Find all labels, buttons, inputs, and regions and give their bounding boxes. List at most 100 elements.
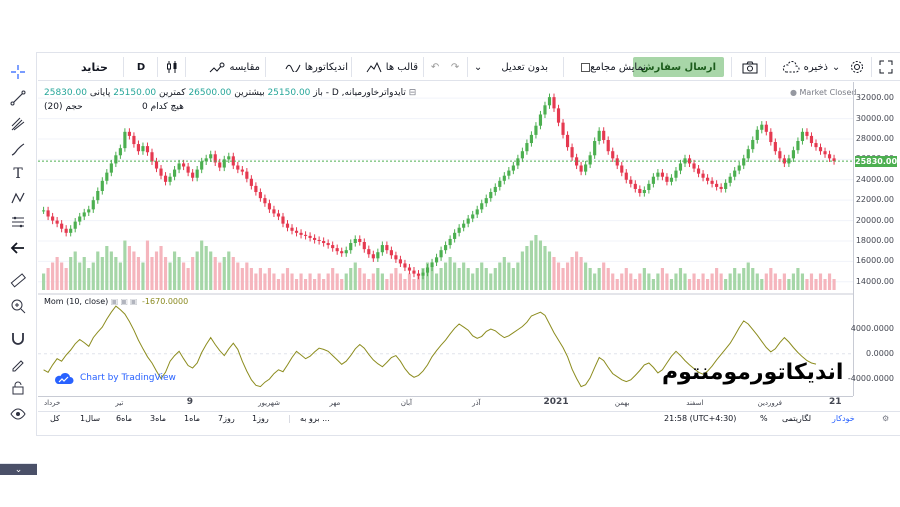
chart-type-candles-icon[interactable]	[162, 56, 182, 78]
range-3m[interactable]: 3ماه	[150, 414, 166, 423]
candle-body	[195, 169, 199, 178]
templates-button[interactable]: قالب ها	[366, 56, 418, 78]
volume-bar	[674, 273, 678, 290]
compare-button[interactable]: مقایسه	[209, 56, 260, 78]
volume-bar	[254, 273, 258, 290]
volume-bar	[823, 279, 827, 290]
range-1y[interactable]: 1سال	[80, 414, 100, 423]
show-aggregate-toggle[interactable]: نمایش مجامع	[577, 56, 646, 78]
volume-bar	[240, 268, 244, 290]
candle-body	[724, 182, 728, 189]
price-axis[interactable]: 32000.0030000.0028000.0026000.0024000.00…	[848, 82, 900, 396]
close-label: پایانی	[89, 88, 111, 98]
redo-icon[interactable]: ↷	[446, 56, 464, 78]
volume-bar	[520, 251, 524, 290]
pattern-icon[interactable]	[8, 188, 28, 208]
volume-bar	[100, 257, 104, 290]
volume-bar	[462, 262, 466, 290]
toolbar-collapse-icon[interactable]: ⌄	[0, 463, 37, 475]
volume-bar	[733, 268, 737, 290]
brush-icon[interactable]	[8, 140, 28, 160]
volume-bar	[69, 257, 73, 290]
trend-line-icon[interactable]	[8, 88, 28, 108]
zoom-in-icon[interactable]	[8, 296, 28, 316]
candle-body	[317, 239, 321, 241]
candle-body	[42, 210, 46, 212]
scale-settings-gear-icon[interactable]: ⚙	[882, 414, 889, 423]
ruler-icon[interactable]	[8, 270, 28, 290]
back-arrow-icon[interactable]	[8, 238, 28, 258]
divider	[467, 57, 468, 77]
range-all[interactable]: کل	[50, 414, 60, 423]
volume-bar	[669, 279, 674, 290]
divider	[351, 57, 352, 77]
measure-icon[interactable]	[8, 212, 28, 232]
pitchfork-icon[interactable]	[8, 114, 28, 134]
volume-bar	[751, 268, 755, 290]
time-axis[interactable]: خرداد تیر 9 شهریور مهر آبان آذر 2021 بهمن اسفند فر…	[38, 396, 853, 410]
adjust-dropdown[interactable]: بدون تعدیل	[501, 56, 548, 78]
camera-icon[interactable]	[738, 56, 762, 78]
volume-bar	[46, 268, 50, 290]
legend-collapse-icon[interactable]: ⊟	[409, 88, 417, 98]
candle-body	[191, 172, 195, 178]
timezone-clock[interactable]: 21:58 (UTC+4:30)	[664, 414, 736, 423]
symbol-search[interactable]: حتاید	[81, 56, 108, 78]
lock-icon[interactable]	[8, 378, 28, 398]
volume-bar	[480, 262, 484, 290]
percent-toggle[interactable]: %	[760, 414, 768, 423]
fullscreen-icon[interactable]	[874, 56, 898, 78]
volume-bar	[317, 273, 321, 290]
show-aggregate-checkbox[interactable]	[581, 62, 591, 72]
settings-gear-icon[interactable]	[846, 56, 868, 78]
log-toggle[interactable]: لگاریتمی	[782, 414, 811, 423]
eye-icon[interactable]	[8, 404, 28, 424]
volume-bar	[724, 279, 728, 290]
candle-body	[434, 257, 439, 263]
volume-bar	[186, 268, 190, 290]
volume-bar	[109, 251, 113, 290]
price-chart[interactable]	[38, 82, 853, 396]
interval-button[interactable]: D	[130, 56, 152, 78]
volume-bar	[331, 268, 335, 290]
save-dropdown-chevron-icon[interactable]: ⌄	[830, 56, 842, 78]
lock-pencil-icon[interactable]	[8, 354, 28, 374]
send-order-button[interactable]: ارسال سفارش	[632, 57, 724, 77]
save-button[interactable]: ذخیره	[782, 56, 828, 78]
volume-bar	[326, 273, 330, 290]
magnet-icon[interactable]	[8, 328, 28, 348]
tradingview-attribution[interactable]: Chart by TradingView	[54, 371, 176, 385]
candle-body	[602, 130, 606, 140]
candle-body	[516, 158, 520, 166]
range-6m[interactable]: 6ماه	[116, 414, 132, 423]
adjust-chevron-icon[interactable]: ⌄	[472, 56, 484, 78]
text-tool-icon[interactable]: T	[8, 164, 28, 184]
volume-bar	[141, 262, 145, 290]
undo-icon[interactable]: ↶	[426, 56, 444, 78]
candle-body	[249, 178, 253, 186]
volume-bar	[547, 251, 552, 290]
open-value: 25150.00	[267, 88, 311, 98]
volume-bar	[629, 273, 633, 290]
candle-body	[520, 151, 524, 159]
volume-bar	[575, 251, 579, 290]
range-1d[interactable]: 1روز	[252, 414, 269, 423]
indicators-label: اندیکاتورها	[304, 61, 348, 73]
volume-bar	[362, 273, 366, 290]
volume-bar	[87, 268, 91, 290]
legend-actions-icon[interactable]: ▣▣▣	[111, 297, 140, 306]
auto-scale-toggle[interactable]: خودکار	[832, 414, 855, 423]
time-axis-label: آبان	[400, 399, 412, 407]
candle-body	[358, 238, 362, 243]
volume-bar	[272, 273, 276, 290]
indicators-button[interactable]: اندیکاتورها	[285, 56, 348, 78]
range-1m[interactable]: 1ماه	[184, 414, 200, 423]
divider	[731, 57, 732, 77]
candle-body	[615, 158, 619, 166]
range-7d[interactable]: 7روز	[218, 414, 235, 423]
volume-bar	[340, 279, 344, 290]
crosshair-icon[interactable]	[8, 62, 28, 82]
candle-body	[656, 172, 660, 177]
volume-bar	[633, 279, 637, 290]
goto-date-button[interactable]: برو به ...	[300, 414, 330, 423]
